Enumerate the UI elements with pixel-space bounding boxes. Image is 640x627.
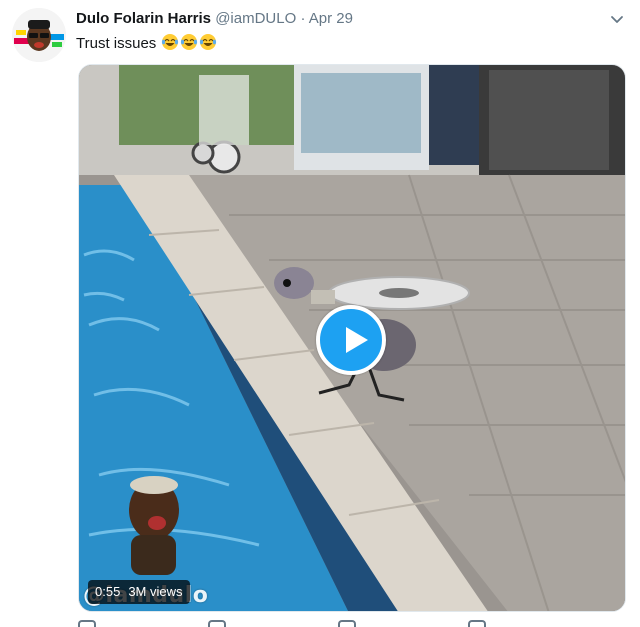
video-stats-badge: 0:55 3M views [88,580,190,604]
avatar[interactable] [12,8,66,62]
author-handle[interactable]: @iamDULO [215,10,296,27]
tweet-date[interactable]: Apr 29 [309,10,353,27]
play-button[interactable] [316,305,386,375]
chevron-down-icon[interactable] [608,10,626,28]
laughing-emoji-icon [162,34,179,50]
laughing-emoji-icon [181,34,198,50]
tweet-header: Dulo Folarin Harris @iamDULO · Apr 29 [76,9,600,31]
tweet-actions [78,620,626,627]
tweet-text-content: Trust issues [76,35,157,52]
tweet: Dulo Folarin Harris @iamDULO · Apr 29 Tr… [0,0,640,627]
author-name[interactable]: Dulo Folarin Harris [76,10,211,27]
video-views: 3M views [128,584,183,599]
tweet-text: Trust issues [76,33,217,54]
video-duration: 0:55 [95,584,121,599]
avatar-image [12,8,66,62]
laughing-emoji-icon [200,34,217,50]
video-player[interactable]: @iamdulo 0:553M views [78,64,626,612]
like-icon[interactable] [338,620,356,627]
separator-dot: · [300,10,306,27]
retweet-icon[interactable] [208,620,226,627]
share-icon[interactable] [468,620,486,627]
reply-icon[interactable] [78,620,96,627]
